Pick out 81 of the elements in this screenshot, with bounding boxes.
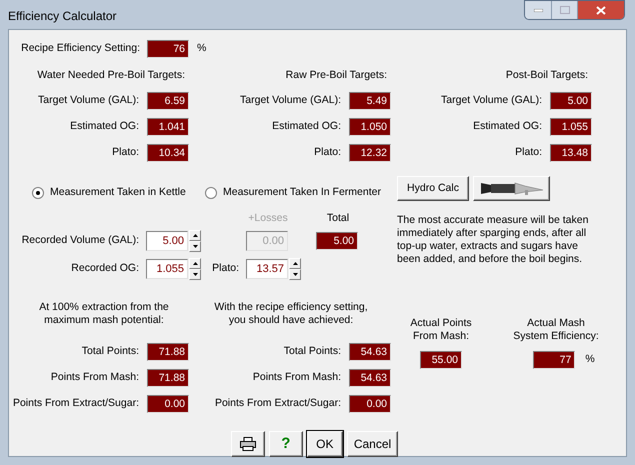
field-label: Points From Extract/Sugar: [214,396,341,412]
caret-down-icon [192,245,198,248]
value-display: 0.00 [147,395,189,413]
field-label: Recorded Volume (GAL): [22,234,139,246]
close-button[interactable] [578,1,624,19]
print-button[interactable] [230,431,265,457]
unit-label: % [197,41,206,56]
field-label: Points From Mash: [252,370,341,386]
dialog-button[interactable]: OK [306,431,343,457]
field-label: Estimated OG: [473,119,542,134]
window-title: Efficiency Calculator [8,8,116,25]
hydrometer-button[interactable] [473,176,550,201]
value-display: 55.00 [420,351,462,369]
field-label: Estimated OG: [70,119,139,134]
number-field[interactable]: 1.055 [146,259,188,279]
close-icon [596,6,606,14]
value-display: 1.041 [147,118,189,136]
note-text: The most accurate measure will be taken immediately after sparging ends, after all top-up water, extracts and sugars have been added, and before the boil begins. [397,214,588,266]
section-heading: Actual Mash System Efficiency: [513,317,599,344]
field-label: Recorded OG: [71,262,139,274]
field-label: Target Volume (GAL): [240,93,341,108]
column-label: +Losses [247,211,289,226]
help-button[interactable]: ? [268,431,303,457]
hydrometer-icon [478,180,544,197]
field-label: Recipe Efficiency Setting: [21,42,140,54]
field-label: Plato: [314,145,341,160]
number-field[interactable]: 5.00 [146,231,188,251]
group-heading: Post-Boil Targets: [506,68,588,83]
value-display: 5.49 [349,92,391,110]
field-label: Estimated OG: [272,119,341,134]
value-display: 54.63 [349,343,391,361]
maximize-icon [560,6,570,14]
caret-up-icon [192,262,198,265]
value-display: 12.32 [349,144,391,162]
section-heading: Actual Points From Mash: [410,317,472,344]
value-display: 71.88 [147,343,189,361]
spin-up-button[interactable] [189,230,201,241]
caret-up-icon [292,262,298,265]
spin-up-button[interactable] [289,258,301,269]
printer-icon [240,437,256,451]
value-display: 0.00 [349,395,391,413]
dialog-button[interactable]: Cancel [346,431,398,457]
value-display: 76 [147,40,189,58]
group-heading: Water Needed Pre-Boil Targets: [37,68,185,83]
field-label: Total Points: [82,344,139,360]
field-label: Points From Extract/Sugar: [12,396,139,412]
minimize-button[interactable] [525,1,552,19]
caret-up-icon [192,234,198,237]
group-heading: Raw Pre-Boil Targets: [286,68,387,83]
hydro-calc-button[interactable]: Hydro Calc [397,176,469,201]
value-display: 54.63 [349,369,391,387]
caret-down-icon [292,273,298,276]
value-display: 1.050 [349,118,391,136]
field-label: Target Volume (GAL): [441,93,542,108]
field-label: Plato: [112,145,139,160]
value-display: 5.00 [316,232,358,250]
value-display: 5.00 [550,92,592,110]
number-field[interactable]: 13.57 [246,259,288,279]
value-display: 10.34 [147,144,189,162]
section-heading: At 100% extraction from the maximum mash potential: [38,301,170,328]
minimize-icon [534,8,542,12]
radio-option[interactable]: Measurement Taken in Kettle [32,185,205,201]
column-label: Total [326,211,350,226]
value-display: 71.88 [147,369,189,387]
field-label: Target Volume (GAL): [38,93,139,108]
spin-up-button[interactable] [189,258,201,269]
value-display: 13.48 [550,144,592,162]
caret-down-icon [192,273,198,276]
field-label: Plato: [212,262,239,274]
spin-down-button[interactable] [189,269,201,280]
value-display: 6.59 [147,92,189,110]
value-display: 77 [533,351,576,369]
field-label: Total Points: [284,344,341,360]
section-heading: With the recipe efficiency setting, you should have achieved: [213,301,369,328]
radio-option[interactable]: Measurement Taken In Fermenter [205,185,395,201]
field-label: Points From Mash: [50,370,139,386]
spin-down-button[interactable] [289,269,301,280]
spin-down-button[interactable] [189,241,201,252]
field-label: Plato: [515,145,542,160]
unit-label: % [585,352,595,368]
value-display: 1.055 [550,118,592,136]
